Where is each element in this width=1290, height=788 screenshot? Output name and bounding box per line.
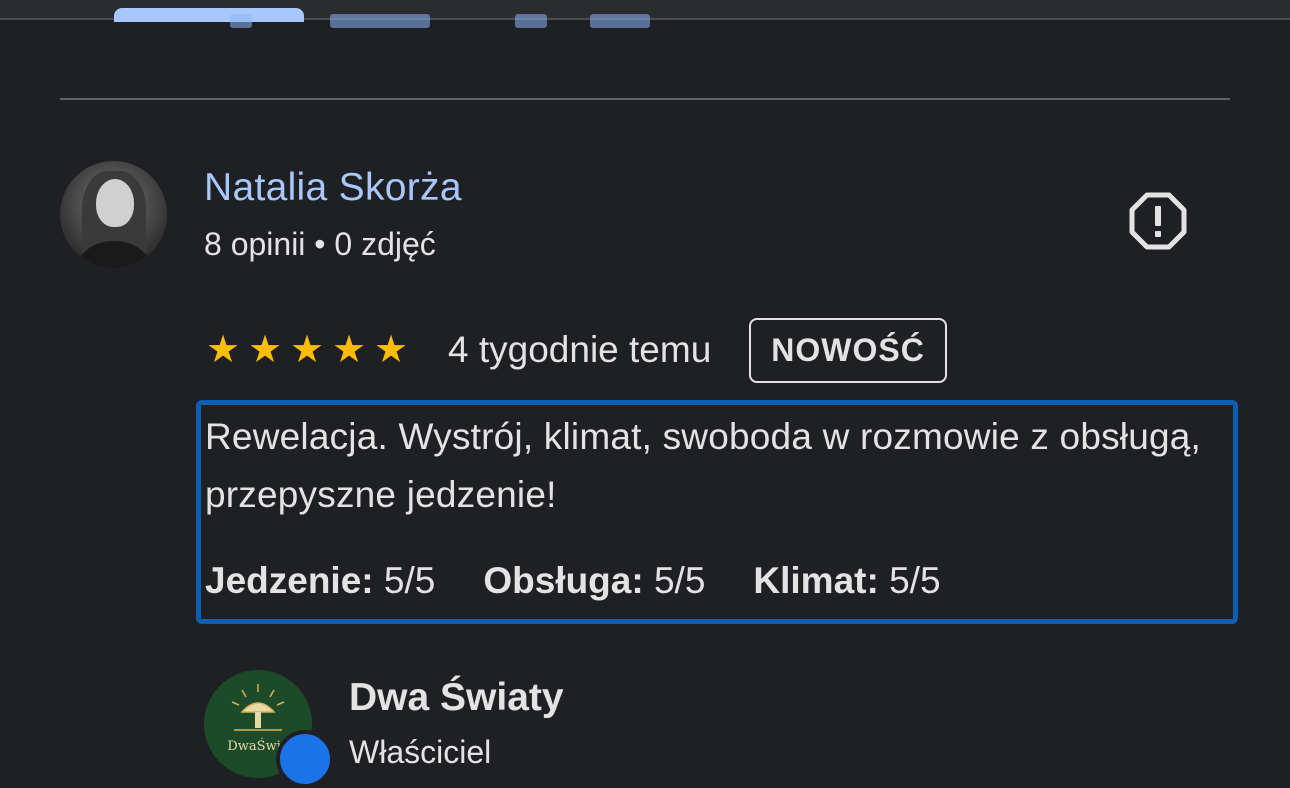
- cutoff-tab-icon: [515, 14, 547, 28]
- reviewer-name-link[interactable]: Natalia Skorża: [204, 166, 462, 210]
- owner-role: Właściciel: [349, 734, 492, 770]
- sub-rating-food: Jedzenie: 5/5: [205, 560, 436, 601]
- sub-ratings: Jedzenie: 5/5 Obsługa: 5/5 Klimat: 5/5: [205, 560, 941, 602]
- top-tab-strip: [0, 0, 1290, 28]
- sub-rating-atmosphere: Klimat: 5/5: [753, 560, 941, 601]
- star-icon: ★: [289, 329, 325, 371]
- rating-row: ★ ★ ★ ★ ★ 4 tygodnie temu NOWOŚĆ: [204, 312, 947, 388]
- star-icon: ★: [373, 329, 409, 371]
- cutoff-tab-label: [590, 14, 650, 28]
- review-text: Rewelacja. Wystrój, klimat, swoboda w ro…: [205, 416, 1202, 515]
- review-date: 4 tygodnie temu: [448, 329, 712, 370]
- star-icon: ★: [205, 329, 241, 371]
- owner-name: Dwa Światy: [349, 676, 564, 719]
- active-tab-indicator[interactable]: [114, 8, 304, 22]
- verified-check-icon: [276, 730, 334, 788]
- section-divider: [60, 98, 1230, 100]
- cutoff-tab-label: [330, 14, 430, 28]
- star-icon: ★: [247, 329, 283, 371]
- new-badge: NOWOŚĆ: [749, 317, 947, 383]
- reviewer-meta: 8 opinii • 0 zdjęć: [204, 226, 436, 262]
- report-flag-octagon-icon[interactable]: [1128, 191, 1188, 251]
- star-icon: ★: [331, 329, 367, 371]
- star-rating: ★ ★ ★ ★ ★: [204, 331, 410, 369]
- sub-rating-service: Obsługa: 5/5: [483, 560, 706, 601]
- cutoff-tab-icon: [230, 14, 252, 28]
- reviewer-avatar[interactable]: [60, 161, 167, 268]
